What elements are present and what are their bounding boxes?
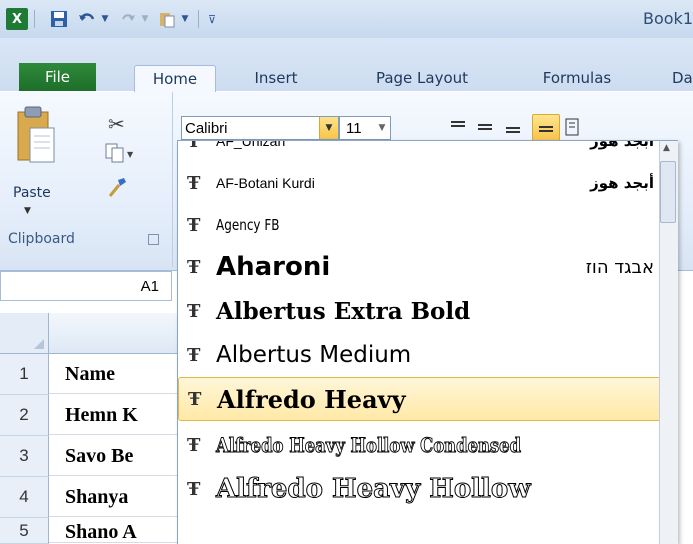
font-list-item[interactable]: Ŧ Aharoni אבגד הוז xyxy=(178,245,678,289)
font-item-name: Agency FB xyxy=(216,216,280,234)
cut-icon[interactable]: ✂ xyxy=(108,112,125,136)
font-item-sample: אבגד הוז xyxy=(585,256,654,278)
save-icon[interactable] xyxy=(48,8,70,30)
truetype-icon: Ŧ xyxy=(187,344,201,366)
paste-qa-dropdown-icon[interactable]: ▼ xyxy=(180,8,190,30)
row-header[interactable]: 3 xyxy=(0,436,49,477)
truetype-icon: Ŧ xyxy=(187,300,201,322)
font-list-item[interactable]: Ŧ AF-Botani Kurdi أبجد هوز xyxy=(178,161,678,205)
select-all-corner[interactable] xyxy=(0,313,49,354)
redo-dropdown-icon: ▼ xyxy=(141,14,149,24)
truetype-icon: Ŧ xyxy=(187,214,201,236)
row-header[interactable]: 5 xyxy=(0,518,49,544)
font-list-item[interactable]: Ŧ Alfredo Heavy Hollow xyxy=(178,467,678,511)
tab-insert[interactable]: Insert xyxy=(241,65,311,91)
paste-button[interactable]: Paste xyxy=(13,185,51,201)
paste-icon[interactable] xyxy=(12,104,58,166)
font-item-name: Albertus Extra Bold xyxy=(216,297,471,325)
vertical-scrollbar[interactable]: ▲ xyxy=(659,141,678,544)
tab-file[interactable]: File xyxy=(19,63,96,91)
ribbon-tabs: File Home Insert Page Layout Formulas Da xyxy=(0,38,693,92)
font-list-item-selected[interactable]: Ŧ Alfredo Heavy xyxy=(178,377,678,421)
font-item-name: Alfredo Heavy Hollow Condensed xyxy=(216,433,522,458)
paste-dropdown-icon[interactable]: ▼ xyxy=(24,206,31,216)
row-header[interactable]: 1 xyxy=(0,354,49,395)
clipboard-group-label: Clipboard xyxy=(8,231,75,247)
font-item-name: AF_Unizan xyxy=(216,140,286,149)
font-list-item[interactable]: Ŧ Albertus Extra Bold xyxy=(178,289,678,333)
font-item-name: Alfredo Heavy xyxy=(217,384,406,414)
separator xyxy=(196,8,200,30)
align-middle-icon[interactable] xyxy=(472,114,498,140)
font-dropdown-button[interactable]: ▼ xyxy=(319,117,338,139)
align-bottom-selected-icon[interactable] xyxy=(532,114,560,142)
scroll-thumb[interactable] xyxy=(660,161,676,223)
undo-dropdown-icon[interactable]: ▼ xyxy=(100,8,110,30)
clipboard-group: Paste ▼ ✂ ▼ Clipboard . xyxy=(0,92,173,267)
font-size-input[interactable]: 11 xyxy=(340,120,374,137)
truetype-icon: Ŧ xyxy=(187,172,201,194)
truetype-icon: Ŧ xyxy=(187,140,201,152)
font-dropdown-list[interactable]: Ŧ AF_Unizan أبجد هوز Ŧ AF-Botani Kurdi أ… xyxy=(177,140,678,544)
dialog-launcher-icon[interactable]: . xyxy=(148,234,159,245)
truetype-icon: Ŧ xyxy=(187,478,201,500)
font-item-sample: أبجد هوز xyxy=(590,174,654,192)
orientation-icon[interactable] xyxy=(560,114,586,140)
font-item-name: Alfredo Heavy Hollow xyxy=(216,474,532,505)
truetype-icon: Ŧ xyxy=(188,388,202,410)
tab-page-layout[interactable]: Page Layout xyxy=(362,65,482,91)
row-header[interactable]: 4 xyxy=(0,477,49,518)
window-title: Book1 xyxy=(643,9,693,28)
tab-formulas[interactable]: Formulas xyxy=(532,65,622,91)
separator xyxy=(32,8,36,30)
font-item-name: AF-Botani Kurdi xyxy=(216,175,315,191)
format-painter-icon[interactable] xyxy=(104,176,128,200)
font-list-item[interactable]: Ŧ Albertus Medium xyxy=(178,333,678,377)
align-bottom-icon[interactable] xyxy=(500,114,526,140)
excel-logo-icon[interactable]: X xyxy=(6,8,28,30)
truetype-icon: Ŧ xyxy=(187,256,201,278)
font-list-item[interactable]: Ŧ Alfredo Heavy Hollow Condensed xyxy=(178,423,678,467)
scroll-up-icon[interactable]: ▲ xyxy=(663,143,670,153)
align-top-icon[interactable] xyxy=(445,114,471,140)
customize-qa-icon[interactable]: ⊽ xyxy=(204,8,220,30)
copy-icon[interactable]: ▼ xyxy=(104,142,134,164)
title-bar: X ▼ ▼ ▼ ⊽ Book1 xyxy=(0,0,693,39)
font-item-name: Albertus Medium xyxy=(216,342,412,368)
row-header[interactable]: 2 xyxy=(0,395,49,436)
undo-icon[interactable] xyxy=(76,8,98,30)
font-item-name: Aharoni xyxy=(216,252,331,282)
font-name-combo[interactable]: Calibri ▼ xyxy=(181,116,339,140)
font-list-item[interactable]: Ŧ AF_Unizan أبجد هوز xyxy=(178,140,678,163)
paste-qa-icon[interactable] xyxy=(156,8,178,30)
tab-data[interactable]: Da xyxy=(672,65,693,91)
truetype-icon: Ŧ xyxy=(187,434,201,456)
font-item-sample: أبجد هوز xyxy=(590,140,654,150)
font-list-item[interactable]: Ŧ Agency FB xyxy=(178,203,678,247)
redo-icon xyxy=(118,8,138,30)
svg-text:▼: ▼ xyxy=(127,150,134,159)
tab-home[interactable]: Home xyxy=(134,65,216,92)
font-size-dropdown-icon[interactable]: ▼ xyxy=(374,123,390,133)
name-box[interactable]: A1 xyxy=(0,271,172,301)
font-name-input[interactable]: Calibri xyxy=(182,120,319,137)
font-size-combo[interactable]: 11 ▼ xyxy=(339,116,391,140)
